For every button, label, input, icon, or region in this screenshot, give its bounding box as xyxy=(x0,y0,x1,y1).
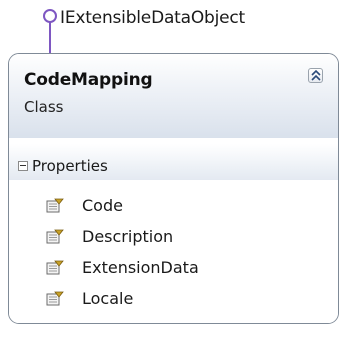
collapse-minus-icon[interactable] xyxy=(18,161,28,171)
property-icon xyxy=(46,291,64,306)
interface-name: IExtensibleDataObject xyxy=(60,8,246,28)
property-icon xyxy=(46,229,64,244)
list-item[interactable]: Description xyxy=(9,223,338,254)
property-icon xyxy=(46,260,64,275)
compartment-title: Properties xyxy=(32,157,108,175)
class-kind: Class xyxy=(24,98,64,116)
class-diagram-canvas: IExtensibleDataObject CodeMapping Class … xyxy=(0,0,351,339)
property-label: Locale xyxy=(82,289,134,308)
properties-compartment: Properties Code Description ExtensionDat… xyxy=(9,138,338,323)
list-item[interactable]: Code xyxy=(9,192,338,223)
property-list: Code Description ExtensionData Locale xyxy=(9,192,338,316)
class-header: CodeMapping Class xyxy=(9,54,338,138)
property-label: ExtensionData xyxy=(82,258,199,277)
property-label: Code xyxy=(82,196,123,215)
list-item[interactable]: Locale xyxy=(9,285,338,316)
double-chevron-up-icon xyxy=(311,70,321,81)
collapse-button[interactable] xyxy=(308,68,323,83)
property-icon xyxy=(46,198,64,213)
list-item[interactable]: ExtensionData xyxy=(9,254,338,285)
property-label: Description xyxy=(82,227,174,246)
properties-compartment-header[interactable]: Properties xyxy=(9,144,338,180)
class-shape[interactable]: CodeMapping Class Properties Code Descri… xyxy=(8,53,339,324)
class-name: CodeMapping xyxy=(24,70,153,90)
